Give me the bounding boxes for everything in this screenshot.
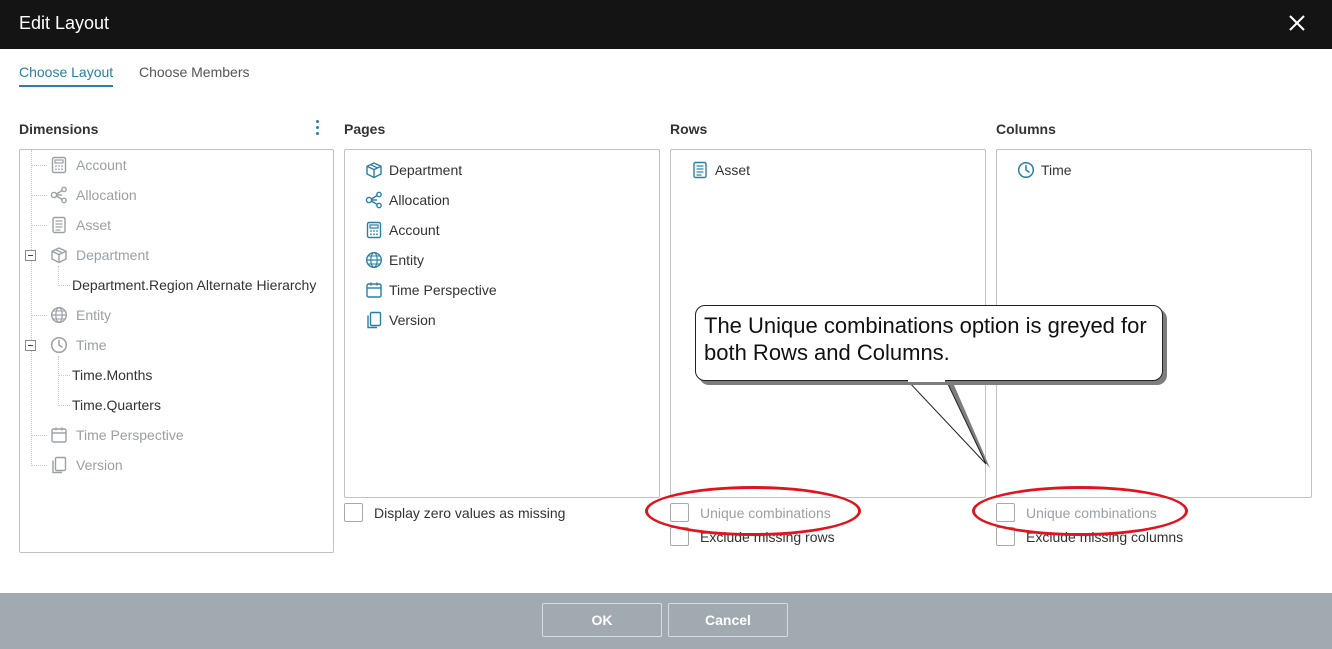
hierarchy-item-department-region[interactable]: Department.Region Alternate Hierarchy xyxy=(72,274,316,296)
page-item-label: Allocation xyxy=(389,192,450,208)
clock-icon xyxy=(50,336,68,354)
rows-exclude-label: Exclude missing rows xyxy=(700,528,835,545)
title-bar: Edit Layout xyxy=(0,0,1332,49)
page-item-time-perspective[interactable]: Time Perspective xyxy=(365,279,497,301)
document-list-icon xyxy=(691,161,709,179)
copy-icon xyxy=(50,456,68,474)
dimension-label: Time Perspective xyxy=(76,427,184,443)
rows-label: Rows xyxy=(670,121,708,137)
pages-label: Pages xyxy=(344,121,386,137)
dimension-item-time[interactable]: Time xyxy=(50,334,107,356)
columns-unique-checkbox[interactable] xyxy=(996,503,1015,522)
calendar-icon xyxy=(50,426,68,444)
hierarchy-item-time-months[interactable]: Time.Months xyxy=(72,364,152,386)
document-list-icon xyxy=(50,216,68,234)
dialog-title: Edit Layout xyxy=(19,13,110,33)
page-item-label: Account xyxy=(389,222,440,238)
dimension-label: Time xyxy=(76,337,107,353)
clock-icon xyxy=(1017,161,1035,179)
display-zero-checkbox[interactable] xyxy=(344,503,363,522)
dimension-item-version[interactable]: Version xyxy=(50,454,123,476)
page-item-label: Entity xyxy=(389,252,425,268)
calendar-icon xyxy=(365,281,383,299)
rows-unique-checkbox[interactable] xyxy=(670,503,689,522)
dimension-item-asset[interactable]: Asset xyxy=(50,214,111,236)
rows-unique-label: Unique combinations xyxy=(700,504,831,521)
cancel-button[interactable]: Cancel xyxy=(668,603,788,637)
hierarchy-label: Time.Months xyxy=(72,367,153,383)
dimension-label: Department xyxy=(76,247,150,263)
hierarchy-label: Time.Quarters xyxy=(72,397,161,413)
rows-exclude-checkbox[interactable] xyxy=(670,527,689,546)
dimension-item-entity[interactable]: Entity xyxy=(50,304,111,326)
display-zero-option: Display zero values as missing xyxy=(344,503,565,522)
page-item-account[interactable]: Account xyxy=(365,219,440,241)
dimension-label: Allocation xyxy=(76,187,137,203)
tab-choose-layout[interactable]: Choose Layout xyxy=(19,64,114,87)
dimension-item-department[interactable]: Department xyxy=(50,244,149,266)
page-item-label: Version xyxy=(389,312,436,328)
globe-icon xyxy=(365,251,383,269)
pages-panel[interactable]: Department Allocation Account Entity Tim… xyxy=(344,149,660,498)
page-item-department[interactable]: Department xyxy=(365,159,462,181)
share-nodes-icon xyxy=(365,191,383,209)
dimension-item-allocation[interactable]: Allocation xyxy=(50,184,137,206)
tab-choose-members[interactable]: Choose Members xyxy=(139,64,250,85)
page-item-allocation[interactable]: Allocation xyxy=(365,189,450,211)
globe-icon xyxy=(50,306,68,324)
columns-exclude-checkbox[interactable] xyxy=(996,527,1015,546)
copy-icon xyxy=(365,311,383,329)
row-item-asset[interactable]: Asset xyxy=(691,159,750,181)
cube-icon xyxy=(365,161,383,179)
page-item-version[interactable]: Version xyxy=(365,309,436,331)
dimension-item-account[interactable]: Account xyxy=(50,154,127,176)
dimensions-label: Dimensions xyxy=(19,121,99,137)
dimension-item-time-perspective[interactable]: Time Perspective xyxy=(50,424,184,446)
dimension-label: Entity xyxy=(76,307,112,323)
dimension-label: Version xyxy=(76,457,123,473)
columns-unique-label: Unique combinations xyxy=(1026,504,1157,521)
columns-label: Columns xyxy=(996,121,1056,137)
calculator-icon xyxy=(365,221,383,239)
more-options-icon[interactable] xyxy=(313,119,321,137)
annotation-callout: The Unique combinations option is greyed… xyxy=(695,305,1163,381)
page-item-label: Department xyxy=(389,162,463,178)
dialog-footer: OK Cancel xyxy=(0,593,1332,649)
columns-exclude-option: Exclude missing columns xyxy=(996,527,1183,546)
calculator-icon xyxy=(50,156,68,174)
dimensions-panel: Account Allocation Asset Department Depa… xyxy=(19,149,334,553)
share-nodes-icon xyxy=(50,186,68,204)
columns-exclude-label: Exclude missing columns xyxy=(1026,528,1184,545)
dimension-label: Account xyxy=(76,157,127,173)
column-item-label: Time xyxy=(1041,162,1072,178)
row-item-label: Asset xyxy=(715,162,751,178)
page-item-entity[interactable]: Entity xyxy=(365,249,424,271)
columns-unique-option: Unique combinations xyxy=(996,503,1157,522)
cube-icon xyxy=(50,246,68,264)
ok-button[interactable]: OK xyxy=(542,603,662,637)
display-zero-label: Display zero values as missing xyxy=(374,504,566,521)
collapse-time-toggle[interactable] xyxy=(25,340,36,351)
hierarchy-item-time-quarters[interactable]: Time.Quarters xyxy=(72,394,161,416)
dimension-label: Asset xyxy=(76,217,112,233)
hierarchy-label: Department.Region Alternate Hierarchy xyxy=(72,277,317,293)
rows-unique-option: Unique combinations xyxy=(670,503,831,522)
collapse-department-toggle[interactable] xyxy=(25,250,36,261)
rows-exclude-option: Exclude missing rows xyxy=(670,527,835,546)
column-item-time[interactable]: Time xyxy=(1017,159,1072,181)
close-icon[interactable] xyxy=(1286,12,1308,34)
page-item-label: Time Perspective xyxy=(389,282,497,298)
